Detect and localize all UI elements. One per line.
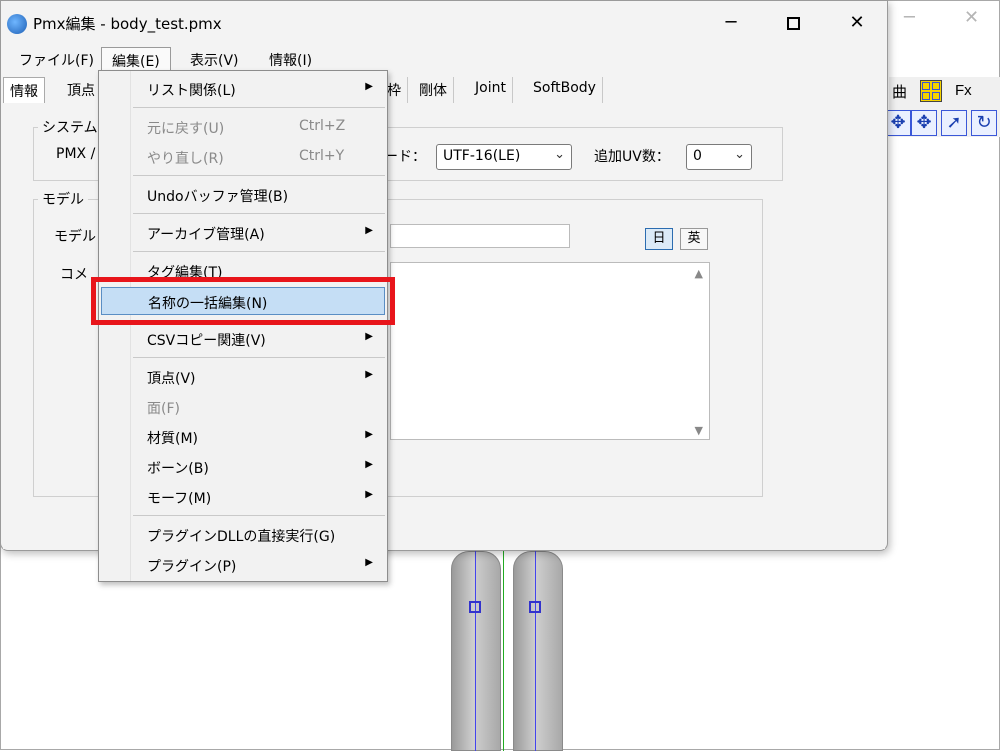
scroll-down-icon[interactable]: ▼ (695, 424, 703, 437)
encode-label: ード： (384, 149, 426, 165)
menu-item-undo: 元に戻す(U) Ctrl+Z (99, 113, 387, 141)
menu-item-list[interactable]: リスト関係(L) ▶ (99, 75, 387, 103)
menu-item-redo: やり直し(R) Ctrl+Y (99, 143, 387, 171)
menu-separator (133, 515, 385, 516)
maximize-button[interactable] (773, 9, 813, 37)
menu-file[interactable]: ファイル(F) (9, 47, 104, 73)
menu-item-bone[interactable]: ボーン(B) ▶ (99, 453, 387, 481)
menu-separator (133, 213, 385, 214)
menu-item-morph[interactable]: モーフ(M) ▶ (99, 483, 387, 511)
menu-item-label: 頂点(V) (147, 371, 196, 387)
menu-item-vertex[interactable]: 頂点(V) ▶ (99, 363, 387, 391)
menu-item-label: やり直し(R) (147, 151, 224, 167)
submenu-arrow-icon: ▶ (365, 369, 373, 380)
menu-item-label: ボーン(B) (147, 461, 209, 477)
lang-jp-button[interactable]: 日 (645, 228, 673, 250)
window-title: Pmx編集 - body_test.pmx (33, 15, 222, 33)
chevron-down-icon: ⌄ (734, 147, 745, 162)
shortcut-label: Ctrl+Z (299, 118, 346, 134)
menu-item-plugin[interactable]: プラグイン(P) ▶ (99, 551, 387, 579)
menu-item-label: モーフ(M) (147, 491, 212, 507)
view-toolbar: 曲 Fx ✥ ✥ ➚ ↻ (885, 77, 1000, 137)
close-button[interactable]: ✕ (837, 9, 877, 37)
comment-label: コメ (60, 267, 88, 283)
chevron-down-icon: ⌄ (554, 147, 565, 162)
select-arrow-icon[interactable]: ➚ (941, 110, 967, 136)
submenu-arrow-icon: ▶ (365, 557, 373, 568)
tab-rigid[interactable]: 剛体 (413, 77, 454, 103)
submenu-arrow-icon: ▶ (365, 225, 373, 236)
3d-model-view[interactable] (431, 551, 581, 751)
submenu-arrow-icon: ▶ (365, 81, 373, 92)
submenu-arrow-icon: ▶ (365, 489, 373, 500)
move-arrows-icon[interactable]: ✥ (885, 110, 911, 136)
tab-joint[interactable]: Joint (469, 77, 513, 103)
pmx-version-label: PMX / (56, 146, 96, 162)
menu-bar: ファイル(F) 編集(E) 表示(V) 情報(I) (1, 45, 887, 73)
bone-line (475, 551, 476, 751)
edit-menu-dropdown: リスト関係(L) ▶ 元に戻す(U) Ctrl+Z やり直し(R) Ctrl+Y… (98, 70, 388, 582)
title-bar: Pmx編集 - body_test.pmx ─ ✕ (1, 1, 887, 45)
menu-item-label: 材質(M) (147, 431, 199, 447)
menu-item-csv-copy[interactable]: CSVコピー関連(V) ▶ (99, 325, 387, 353)
minimize-button[interactable]: ─ (711, 9, 751, 37)
grid-icon[interactable] (920, 80, 942, 102)
additional-uv-select[interactable]: 0 ⌄ (686, 144, 752, 170)
menu-item-label: Undoバッファ管理(B) (147, 189, 289, 205)
shortcut-label: Ctrl+Y (299, 148, 345, 164)
move-cross-icon[interactable]: ✥ (911, 110, 937, 136)
submenu-arrow-icon: ▶ (365, 429, 373, 440)
comment-textarea[interactable]: ▲ ▼ (390, 262, 710, 440)
scroll-up-icon[interactable]: ▲ (695, 267, 703, 280)
rotate-icon[interactable]: ↻ (971, 110, 997, 136)
menu-separator (133, 357, 385, 358)
bone-joint-marker (469, 601, 481, 613)
model-legend: モデル (42, 192, 84, 208)
lang-en-button[interactable]: 英 (680, 228, 708, 250)
menu-item-label: プラグイン(P) (147, 559, 237, 575)
tab-info[interactable]: 情報 (3, 77, 45, 103)
menu-item-label: 元に戻す(U) (147, 121, 225, 137)
view-close-button[interactable]: ✕ (964, 7, 979, 28)
curve-label: 曲 (892, 83, 908, 101)
tab-softbody[interactable]: SoftBody (527, 77, 603, 103)
bone-line (535, 551, 536, 751)
fx-button[interactable]: Fx (955, 82, 972, 99)
menu-item-archive[interactable]: アーカイブ管理(A) ▶ (99, 219, 387, 247)
encode-value: UTF-16(LE) (443, 148, 521, 164)
system-legend: システム (42, 120, 98, 136)
submenu-arrow-icon: ▶ (365, 459, 373, 470)
menu-item-label: アーカイブ管理(A) (147, 227, 265, 243)
highlight-annotation-box (91, 277, 395, 325)
menu-item-face: 面(F) (99, 393, 387, 421)
menu-item-material[interactable]: 材質(M) ▶ (99, 423, 387, 451)
encode-select[interactable]: UTF-16(LE) ⌄ (436, 144, 572, 170)
menu-item-undo-buffer[interactable]: Undoバッファ管理(B) (99, 181, 387, 209)
model-name-input[interactable] (390, 224, 570, 248)
tab-vertex[interactable]: 頂点 (61, 77, 102, 103)
maximize-icon (786, 16, 800, 30)
menu-separator (133, 107, 385, 108)
menu-item-label: CSVコピー関連(V) (147, 333, 266, 349)
menu-separator (133, 175, 385, 176)
bone-joint-marker (529, 601, 541, 613)
menu-item-plugin-dll[interactable]: プラグインDLLの直接実行(G) (99, 521, 387, 549)
additional-uv-value: 0 (693, 148, 702, 164)
additional-uv-label: 追加UV数： (594, 149, 670, 165)
view-minimize-button[interactable]: ─ (904, 7, 915, 28)
app-icon (7, 14, 27, 34)
submenu-arrow-icon: ▶ (365, 331, 373, 342)
model-name-label: モデル (54, 229, 96, 245)
model-leg-right (513, 551, 563, 751)
model-leg-left (451, 551, 501, 751)
menu-separator (133, 251, 385, 252)
menu-item-label: 面(F) (147, 401, 180, 417)
axis-line (503, 551, 504, 751)
menu-item-label: リスト関係(L) (147, 83, 236, 99)
menu-item-label: プラグインDLLの直接実行(G) (147, 529, 336, 545)
